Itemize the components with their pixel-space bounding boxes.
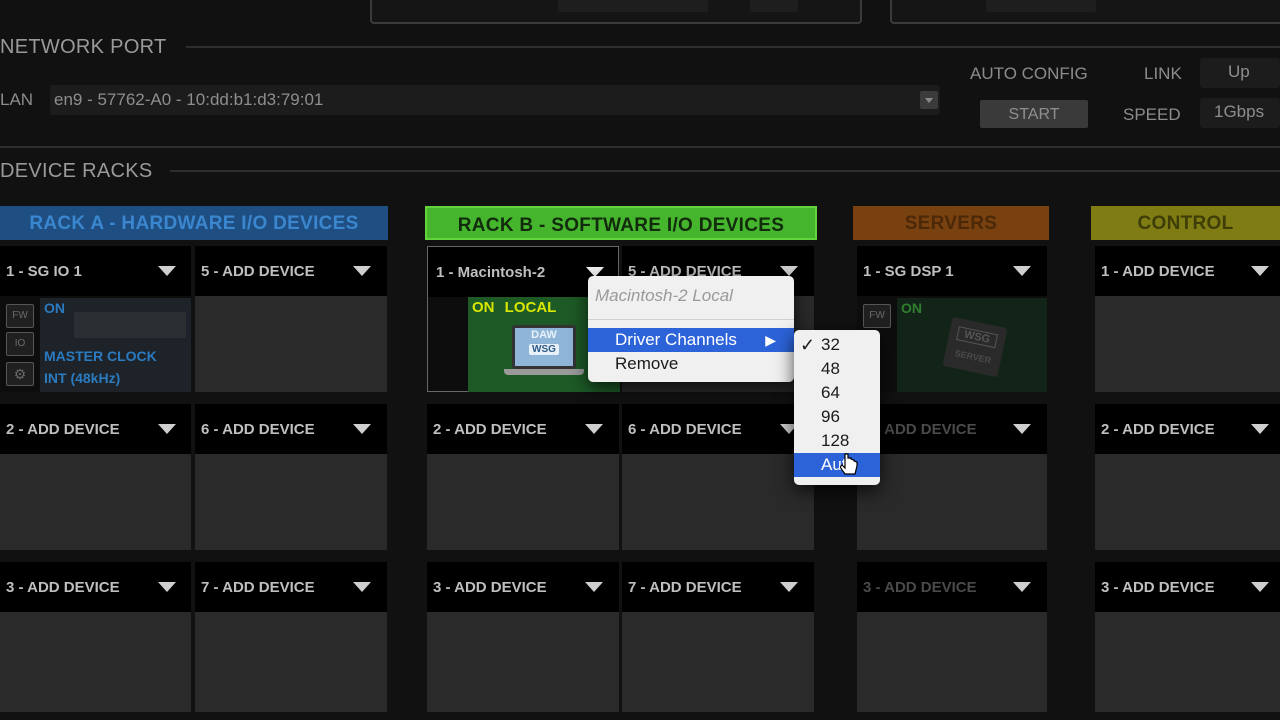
wsg-label: WSG <box>529 344 559 355</box>
clock-rate: INT (48kHz) <box>44 370 121 386</box>
status-on: ON <box>472 299 495 316</box>
chevron-down-icon[interactable] <box>1251 266 1269 276</box>
daw-label: DAW <box>531 329 557 341</box>
chevron-down-icon[interactable] <box>1251 424 1269 434</box>
chevron-down-icon[interactable] <box>353 582 371 592</box>
device-panel[interactable]: ON WSG SERVER <box>897 298 1047 392</box>
servers-slot-3[interactable]: 3 - ADD DEVICE <box>857 562 1047 712</box>
menu-item-label: Driver Channels <box>615 330 737 349</box>
submenu-item-64[interactable]: 64 <box>794 381 880 405</box>
control-slot-1[interactable]: 1 - ADD DEVICE <box>1095 246 1280 392</box>
lan-select[interactable]: en9 - 57762-A0 - 10:dd:b1:d3:79:01 <box>50 85 940 115</box>
chevron-down-icon[interactable] <box>158 266 176 276</box>
rack-a-slot-3[interactable]: 3 - ADD DEVICE <box>0 562 191 712</box>
chevron-down-icon[interactable] <box>158 424 176 434</box>
menu-item-remove[interactable]: Remove <box>588 352 794 376</box>
top-field[interactable] <box>558 0 708 12</box>
submenu-item-32[interactable]: ✓ 32 <box>794 333 880 357</box>
auto-config-label: AUTO CONFIG <box>970 64 1088 83</box>
device-status: ON <box>44 300 65 316</box>
section-title-device-racks: DEVICE RACKS <box>0 160 153 182</box>
control-slot-2[interactable]: 2 - ADD DEVICE <box>1095 404 1280 550</box>
fw-indicator: FW <box>863 304 891 328</box>
rack-a-slot-6[interactable]: 6 - ADD DEVICE <box>195 404 387 550</box>
top-field[interactable] <box>750 0 798 12</box>
speed-label: SPEED <box>1123 105 1181 124</box>
section-title-network-port: NETWORK PORT <box>0 36 167 58</box>
divider <box>0 146 1280 148</box>
speed-value: 1Gbps <box>1200 98 1280 128</box>
chevron-down-icon[interactable] <box>920 91 938 109</box>
rack-b-header: RACK B - SOFTWARE I/O DEVICES <box>425 206 817 240</box>
chevron-down-icon[interactable] <box>353 266 371 276</box>
hardware-image <box>74 312 186 338</box>
device-status: ON <box>901 300 922 316</box>
servers-slot-1[interactable]: 1 - SG DSP 1 FW ON WSG SERVER <box>857 246 1047 392</box>
device-status: ON LOCAL <box>472 299 556 316</box>
rack-b-slot-3[interactable]: 3 - ADD DEVICE <box>427 562 619 712</box>
menu-header: Macintosh-2 Local <box>595 286 733 305</box>
device-panel[interactable]: ON MASTER CLOCK INT (48kHz) <box>40 298 191 392</box>
fw-indicator: FW <box>6 304 34 328</box>
device-context-menu: Macintosh-2 Local Driver Channels ▶ Remo… <box>588 276 794 382</box>
lan-label: LAN <box>0 90 34 109</box>
chevron-down-icon[interactable] <box>1013 582 1031 592</box>
submenu-item-48[interactable]: 48 <box>794 357 880 381</box>
control-header: CONTROL <box>1091 206 1280 240</box>
rack-a-slot-7[interactable]: 7 - ADD DEVICE <box>195 562 387 712</box>
clock-source: MASTER CLOCK <box>44 348 157 364</box>
io-indicator: IO <box>6 332 34 356</box>
rack-a-header: RACK A - HARDWARE I/O DEVICES <box>0 206 388 240</box>
chevron-down-icon[interactable] <box>158 582 176 592</box>
divider <box>186 46 1280 48</box>
top-field[interactable] <box>986 0 1096 12</box>
chevron-down-icon[interactable] <box>780 582 798 592</box>
rack-a-slot-5[interactable]: 5 - ADD DEVICE <box>195 246 387 392</box>
menu-item-driver-channels[interactable]: Driver Channels ▶ <box>588 328 794 352</box>
laptop-icon: DAW WSG <box>512 325 576 369</box>
pointer-cursor-icon <box>840 453 858 475</box>
submenu-item-96[interactable]: 96 <box>794 405 880 429</box>
menu-separator <box>588 319 794 320</box>
rack-b-slot-2[interactable]: 2 - ADD DEVICE <box>427 404 619 550</box>
chevron-right-icon: ▶ <box>765 332 776 348</box>
divider <box>170 170 1280 172</box>
laptop-base <box>504 369 584 375</box>
rack-a-slot-1[interactable]: 1 - SG IO 1 FW IO ⚙ ON MASTER CLOCK INT … <box>0 246 191 392</box>
server-label: SERVER <box>953 348 992 366</box>
submenu-item-auto[interactable]: Auto <box>794 453 880 477</box>
control-slot-3[interactable]: 3 - ADD DEVICE <box>1095 562 1280 712</box>
wsg-label: WSG <box>956 326 999 349</box>
top-panel-right <box>890 0 1280 24</box>
status-local: LOCAL <box>504 299 557 316</box>
chevron-down-icon[interactable] <box>1251 582 1269 592</box>
lan-value: en9 - 57762-A0 - 10:dd:b1:d3:79:01 <box>54 90 324 109</box>
chevron-down-icon[interactable] <box>353 424 371 434</box>
chevron-down-icon[interactable] <box>1013 266 1031 276</box>
link-label: LINK <box>1144 64 1182 83</box>
submenu-item-128[interactable]: 128 <box>794 429 880 453</box>
start-button[interactable]: START <box>980 100 1088 128</box>
checkmark-icon: ✓ <box>800 335 816 355</box>
servers-slot-2[interactable]: 2 - ADD DEVICE <box>857 404 1047 550</box>
link-value: Up <box>1200 58 1280 88</box>
rack-a-slot-2[interactable]: 2 - ADD DEVICE <box>0 404 191 550</box>
chevron-down-icon[interactable] <box>585 582 603 592</box>
chevron-down-icon[interactable] <box>780 266 798 276</box>
servers-header: SERVERS <box>853 206 1049 240</box>
rack-b-slot-7[interactable]: 7 - ADD DEVICE <box>622 562 814 712</box>
submenu-item-label: 32 <box>821 335 840 354</box>
server-icon: WSG SERVER <box>942 316 1008 378</box>
top-panel <box>370 0 862 24</box>
chevron-down-icon[interactable] <box>585 424 603 434</box>
chevron-down-icon[interactable] <box>1013 424 1031 434</box>
rack-b-slot-6[interactable]: 6 - ADD DEVICE <box>622 404 814 550</box>
driver-channels-submenu: ✓ 32 48 64 96 128 Auto <box>794 330 880 485</box>
gear-icon[interactable]: ⚙ <box>6 362 34 386</box>
